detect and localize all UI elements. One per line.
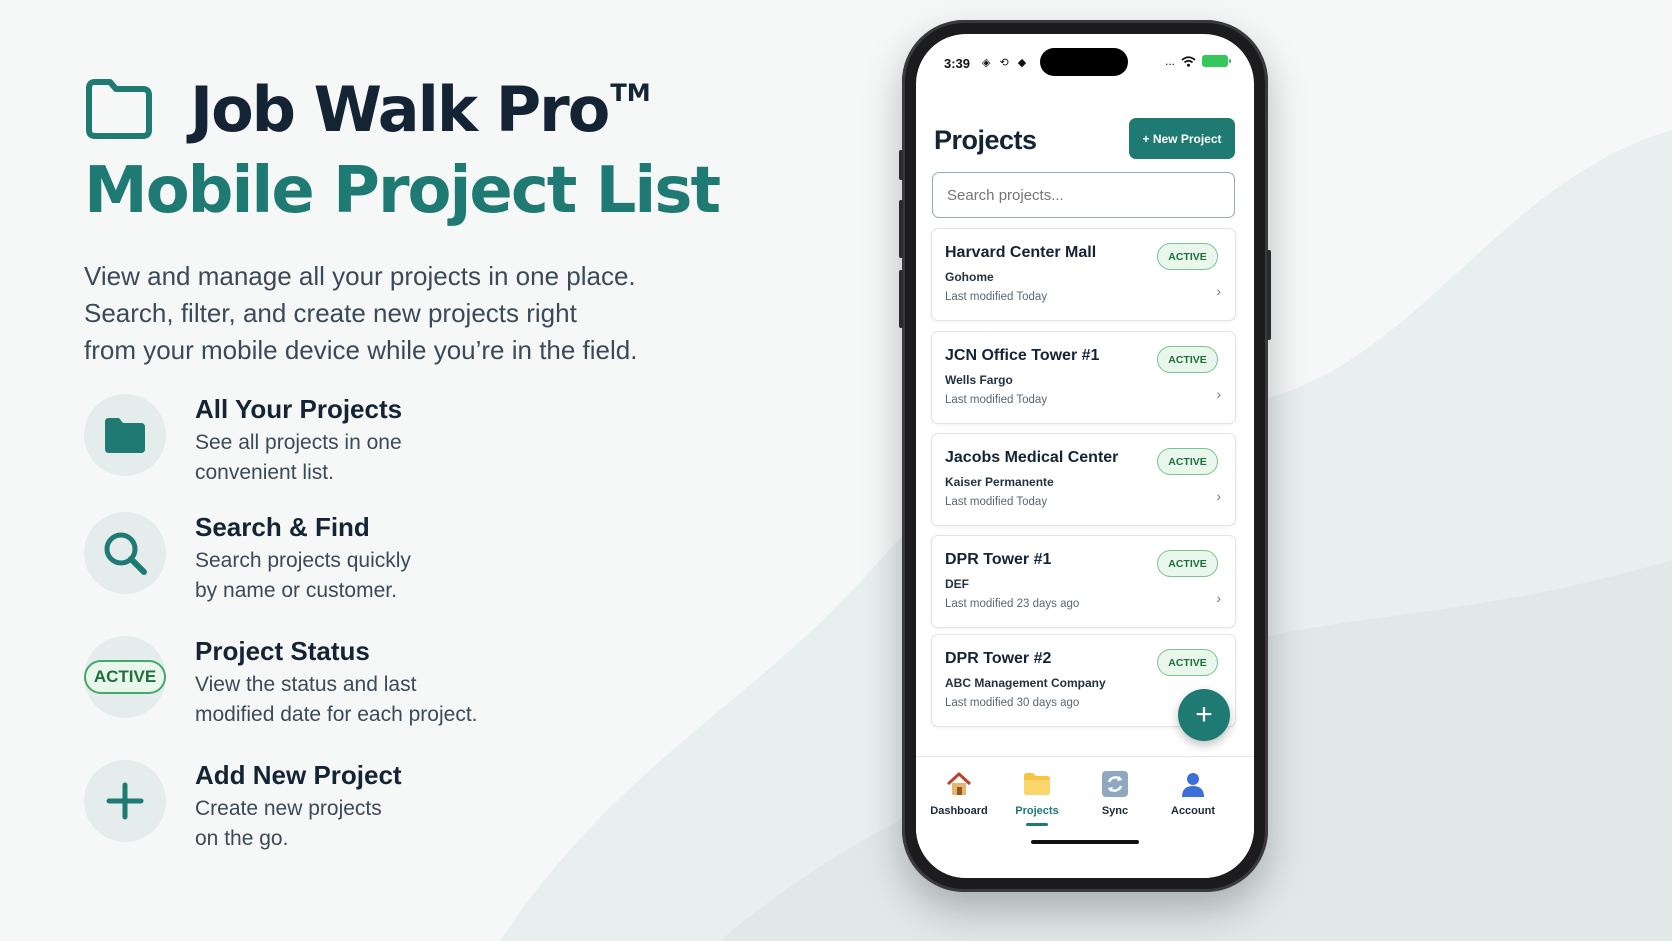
project-modified: Last modified 30 days ago <box>945 697 1080 709</box>
phone-screen: 3:39 ◈ ⟲ ◆ ... Projects + New Project Ha… <box>916 34 1254 878</box>
chevron-right-icon: › <box>1216 386 1221 402</box>
tab-sync[interactable]: Sync <box>1075 767 1155 817</box>
sync-icon <box>1102 771 1128 797</box>
project-name: DPR Tower #1 <box>945 551 1052 568</box>
tab-label: Dashboard <box>930 805 988 817</box>
project-card[interactable]: Harvard Center Mall Gohome Last modified… <box>931 228 1236 321</box>
chevron-right-icon: › <box>1216 488 1221 504</box>
project-modified: Last modified Today <box>945 394 1048 406</box>
hero-section: Job Walk ProTM Mobile Project List View … <box>84 72 724 369</box>
status-time: 3:39 <box>944 56 971 71</box>
project-modified: Last modified Today <box>945 496 1048 508</box>
status-bar: 3:39 ◈ ⟲ ◆ ... <box>916 34 1254 84</box>
action-button <box>899 150 903 180</box>
feature-icon-circle <box>84 760 166 842</box>
tab-account[interactable]: Account <box>1153 767 1233 817</box>
plus-icon <box>106 782 144 820</box>
power-button <box>1267 250 1271 340</box>
description-line: from your mobile device while you’re in … <box>84 335 638 365</box>
feature-title: Project Status <box>195 636 370 666</box>
tab-dashboard[interactable]: Dashboard <box>919 767 999 817</box>
tab-label: Sync <box>1101 805 1129 817</box>
project-modified: Last modified Today <box>945 291 1048 303</box>
notification-icons: ◈ ⟲ ◆ <box>982 57 1030 69</box>
feature-description: See all projects in one convenient list. <box>195 431 402 484</box>
folder-icon <box>1024 773 1050 795</box>
project-card[interactable]: DPR Tower #1 DEF Last modified 23 days a… <box>931 535 1236 628</box>
active-badge: ACTIVE <box>83 660 167 694</box>
feature-title: All Your Projects <box>195 394 403 424</box>
folder-icon <box>105 418 145 453</box>
search-input[interactable] <box>932 172 1235 218</box>
signal-dots: ... <box>1164 54 1175 68</box>
dynamic-island <box>1040 48 1128 76</box>
feature-description: Create new projects on the go. <box>195 797 382 850</box>
status-badge: ACTIVE <box>1157 649 1218 676</box>
description-line: View and manage all your projects in one… <box>84 261 636 291</box>
project-name: Harvard Center Mall <box>945 244 1097 261</box>
project-name: DPR Tower #2 <box>945 650 1052 667</box>
chevron-right-icon: › <box>1216 283 1221 299</box>
feature-title: Search & Find <box>195 512 370 542</box>
app-title: Job Walk ProTM <box>190 72 651 146</box>
add-project-fab[interactable]: + <box>1178 689 1230 741</box>
folder-outline-icon <box>86 79 152 139</box>
project-customer: DEF <box>945 577 969 591</box>
volume-down-button <box>899 270 903 328</box>
feature-all-projects: All Your Projects See all projects in on… <box>84 394 644 484</box>
status-right: ... <box>1164 54 1231 68</box>
feature-icon-circle <box>84 512 166 594</box>
feature-icon-circle: ACTIVE <box>83 636 167 718</box>
status-badge: ACTIVE <box>1157 346 1218 373</box>
feature-search: Search & Find Search projects quickly by… <box>84 512 644 602</box>
status-badge: ACTIVE <box>1157 243 1218 270</box>
trademark: TM <box>610 78 651 107</box>
feature-description: View the status and last modified date f… <box>195 673 478 726</box>
page-title: Projects <box>934 125 1037 155</box>
feature-add-project: Add New Project Create new projects on t… <box>84 760 644 850</box>
project-card[interactable]: JCN Office Tower #1 Wells Fargo Last mod… <box>931 331 1236 424</box>
phone-frame: 3:39 ◈ ⟲ ◆ ... Projects + New Project Ha… <box>899 20 1271 892</box>
status-badge: ACTIVE <box>1157 448 1218 475</box>
home-indicator <box>1031 840 1139 844</box>
tab-projects[interactable]: Projects <box>997 767 1077 817</box>
tab-label: Projects <box>1015 805 1059 817</box>
project-customer: ABC Management Company <box>945 676 1106 690</box>
project-name: JCN Office Tower #1 <box>945 347 1100 364</box>
project-name: Jacobs Medical Center <box>945 449 1119 466</box>
chevron-right-icon: › <box>1216 590 1221 606</box>
project-customer: Kaiser Permanente <box>945 475 1054 489</box>
house-icon <box>946 772 972 795</box>
wifi-icon <box>1181 55 1196 67</box>
tab-bar: Dashboard Projects Sync Account <box>916 756 1254 878</box>
project-modified: Last modified 23 days ago <box>945 598 1080 610</box>
description-line: Search, filter, and create new projects … <box>84 298 577 328</box>
volume-up-button <box>899 200 903 258</box>
project-customer: Gohome <box>945 270 994 284</box>
feature-title: Add New Project <box>195 760 402 790</box>
person-icon <box>1182 773 1204 797</box>
status-badge: ACTIVE <box>1157 550 1218 577</box>
tab-label: Account <box>1171 805 1215 817</box>
hero-description: View and manage all your projects in one… <box>84 258 724 369</box>
feature-status: ACTIVE Project Status View the status an… <box>83 636 644 726</box>
page-subtitle: Mobile Project List <box>84 154 721 228</box>
active-tab-indicator <box>1026 823 1048 826</box>
project-customer: Wells Fargo <box>945 373 1013 387</box>
feature-description: Search projects quickly by name or custo… <box>195 549 411 602</box>
new-project-button[interactable]: + New Project <box>1129 118 1235 159</box>
search-icon <box>104 532 147 575</box>
project-card[interactable]: Jacobs Medical Center Kaiser Permanente … <box>931 433 1236 526</box>
feature-icon-circle <box>84 394 166 476</box>
battery-icon <box>1202 55 1231 67</box>
